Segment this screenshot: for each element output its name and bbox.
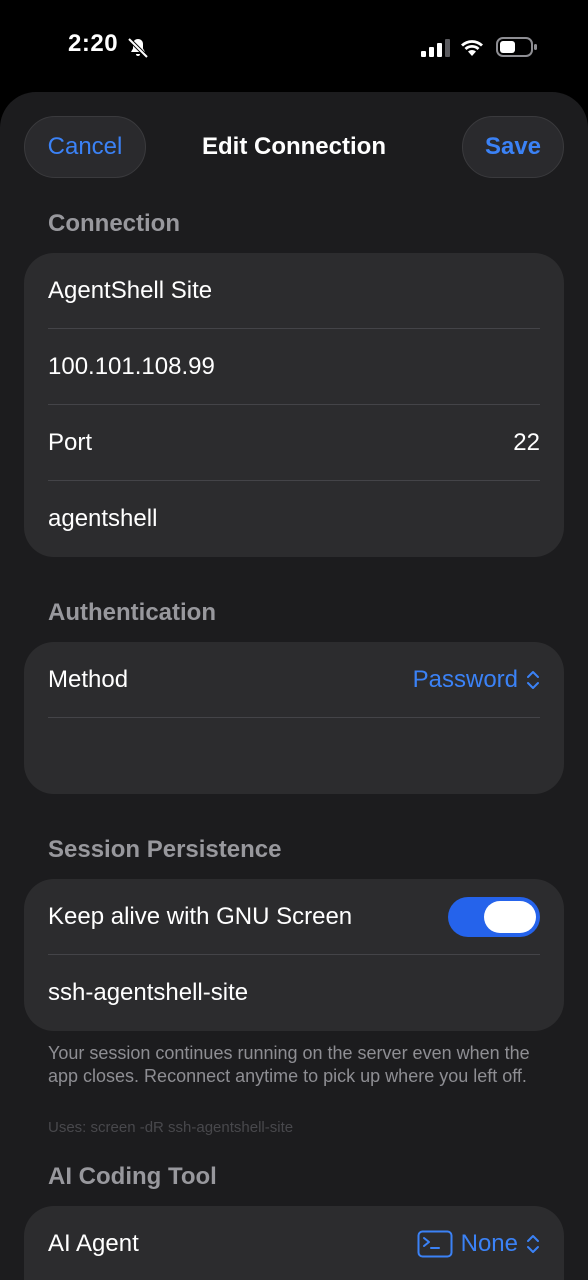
port-value: 22 (513, 429, 540, 456)
terminal-icon (417, 1230, 453, 1258)
save-button[interactable]: Save (462, 116, 564, 178)
method-picker[interactable]: Password (413, 666, 540, 694)
method-row: Method Password (48, 642, 540, 718)
chevron-up-down-icon (527, 671, 539, 689)
username-value: agentshell (48, 505, 158, 532)
password-field[interactable] (48, 718, 540, 794)
ai-agent-value: None (460, 1230, 518, 1257)
host-value: 100.101.108.99 (48, 353, 215, 380)
edit-connection-sheet: Cancel Edit Connection Save Connection A… (0, 92, 588, 1280)
authentication-card: Method Password (24, 642, 564, 794)
username-field[interactable]: agentshell (48, 481, 540, 557)
cancel-button[interactable]: Cancel (24, 116, 146, 178)
ai-tool-card: AI Agent None (24, 1206, 564, 1280)
ai-agent-label: AI Agent (48, 1230, 139, 1257)
ai-agent-row: AI Agent None (48, 1206, 540, 1280)
connection-name-field[interactable]: AgentShell Site (48, 253, 540, 329)
session-card: Keep alive with GNU Screen ssh-agentshel… (24, 879, 564, 1031)
session-footer-description: Your session continues running on the se… (48, 1043, 530, 1086)
session-command-hint: Uses: screen -dR ssh-agentshell-site (48, 1119, 294, 1136)
wifi-icon (461, 40, 483, 56)
host-field[interactable]: 100.101.108.99 (48, 329, 540, 405)
toggle-knob (484, 901, 536, 933)
chevron-up-down-icon (527, 1235, 539, 1253)
keep-alive-toggle[interactable] (448, 897, 540, 937)
section-header-authentication: Authentication (48, 599, 216, 626)
section-header-connection: Connection (48, 210, 180, 237)
ai-agent-picker[interactable]: None (417, 1230, 540, 1258)
port-field[interactable]: Port 22 (48, 405, 540, 481)
connection-card: AgentShell Site 100.101.108.99 Port 22 a… (24, 253, 564, 557)
bell-slash-icon (127, 37, 149, 59)
session-name-field[interactable]: ssh-agentshell-site (48, 955, 540, 1031)
keep-alive-label: Keep alive with GNU Screen (48, 903, 353, 930)
section-header-ai-coding-tool: AI Coding Tool (48, 1163, 217, 1190)
status-bar: 2:20 (0, 0, 588, 92)
port-label: Port (48, 429, 93, 456)
keep-alive-row: Keep alive with GNU Screen (48, 879, 540, 955)
status-time: 2:20 (68, 30, 119, 57)
battery-icon (496, 37, 537, 57)
cellular-signal-icon (421, 39, 450, 57)
method-value: Password (412, 666, 518, 693)
section-header-session-persistence: Session Persistence (48, 836, 282, 863)
session-name-value: ssh-agentshell-site (48, 979, 249, 1006)
connection-name-value: AgentShell Site (48, 277, 213, 304)
page-title: Edit Connection (202, 133, 386, 160)
method-label: Method (48, 666, 129, 693)
